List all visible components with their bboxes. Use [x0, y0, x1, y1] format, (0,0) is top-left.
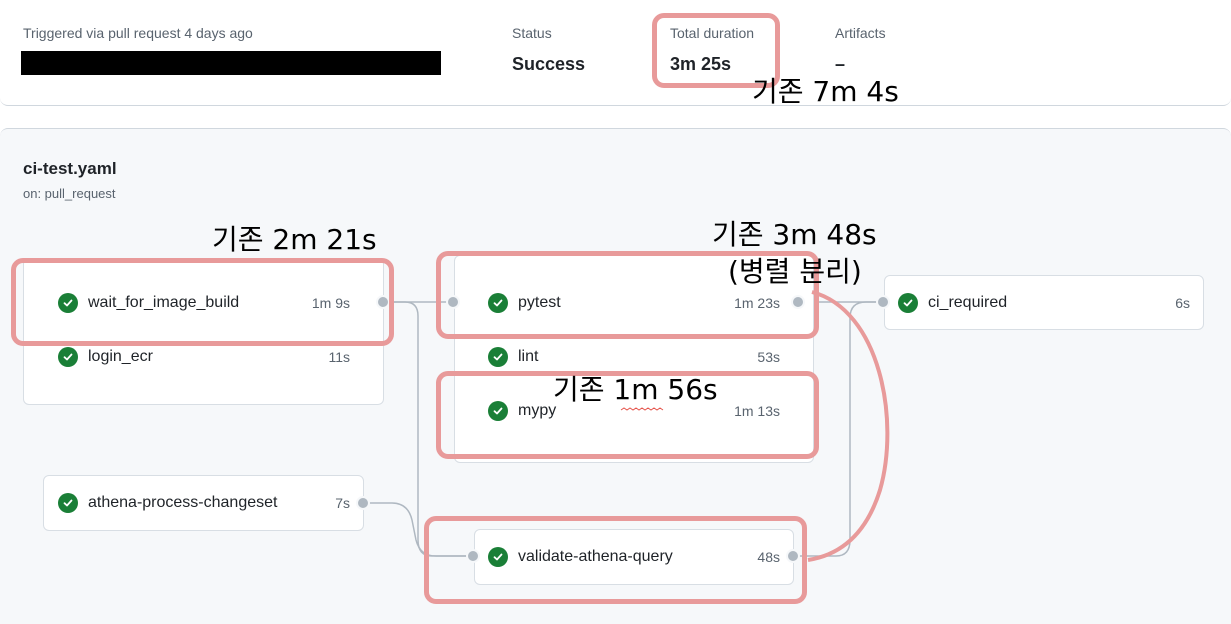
job-duration: 7s: [335, 495, 350, 511]
job-duration: 53s: [757, 349, 780, 365]
redacted-commit-info: [21, 51, 441, 75]
job-name: athena-process-changeset: [88, 494, 278, 511]
status-value: Success: [512, 54, 586, 74]
job-duration: 6s: [1175, 295, 1190, 311]
run-summary: Triggered via pull request 4 days ago St…: [0, 0, 1231, 106]
annotation-pytest-note: (병렬 분리): [728, 255, 862, 288]
success-check-icon: [488, 347, 508, 367]
job-name: ci_required: [928, 294, 1008, 311]
success-check-icon: [58, 493, 78, 513]
highlight-wait-for-image-build: [11, 258, 394, 346]
trigger-text: Triggered via pull request 4 days ago: [23, 25, 253, 41]
annotation-wait-before: 기존 2m 21s: [212, 223, 377, 256]
annotation-total-before: 기존 7m 4s: [752, 75, 899, 108]
artifacts-label: Artifacts: [835, 25, 886, 41]
job-lint[interactable]: lint 53s: [488, 342, 780, 372]
success-check-icon: [898, 293, 918, 313]
status-label: Status: [512, 25, 552, 41]
connector-handle: [356, 496, 370, 510]
workflow-file-title[interactable]: ci-test.yaml: [23, 159, 117, 179]
success-check-icon: [58, 347, 78, 367]
job-ci-required[interactable]: ci_required 6s: [898, 288, 1190, 318]
connector-handle: [876, 295, 890, 309]
job-login-ecr[interactable]: login_ecr 11s: [58, 342, 350, 372]
job-name: lint: [518, 348, 539, 365]
artifacts-value: –: [835, 54, 846, 74]
job-name: login_ecr: [88, 348, 153, 365]
workflow-trigger: on: pull_request: [23, 186, 116, 201]
job-duration: 11s: [328, 349, 350, 365]
annotation-pytest-before: 기존 3m 48s: [712, 218, 877, 251]
job-athena-process-changeset[interactable]: athena-process-changeset 7s: [58, 488, 350, 518]
annotation-mypy-before: 기존 1m 56s: [553, 373, 718, 406]
highlight-validate-athena-query: [424, 516, 807, 604]
